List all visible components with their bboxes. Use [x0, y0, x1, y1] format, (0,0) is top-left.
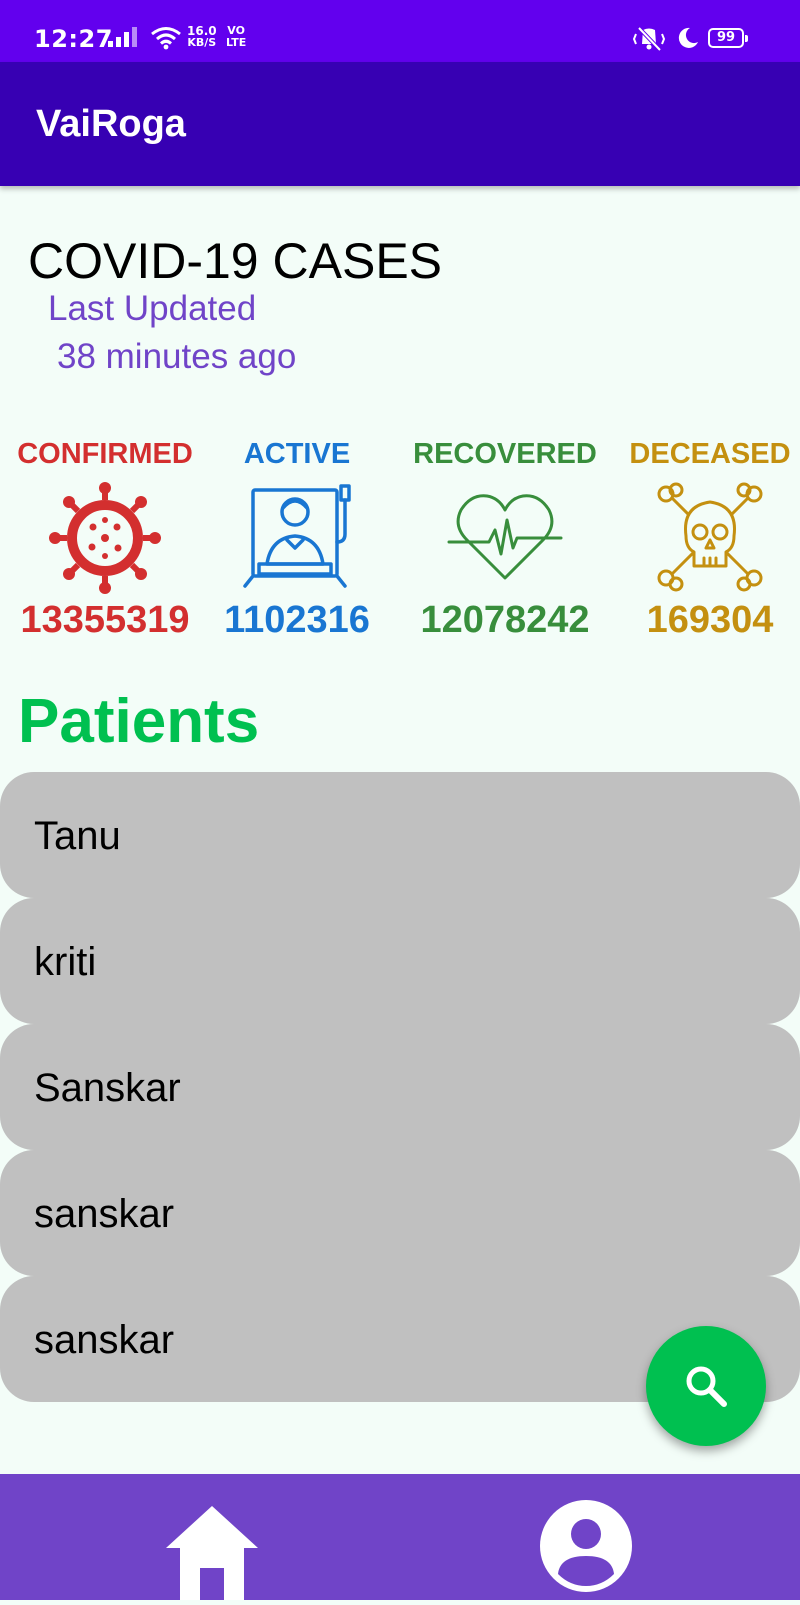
patient-name: Sanskar — [34, 1066, 181, 1110]
volte-indicator: VO LTE — [226, 25, 246, 49]
cases-title: COVID-19 CASES — [28, 233, 443, 289]
search-fab-button[interactable] — [646, 1326, 766, 1446]
stat-confirmed: CONFIRMED 13355319 — [10, 436, 200, 642]
nav-home-button[interactable] — [164, 1504, 260, 1600]
status-time: 12:27 — [34, 25, 113, 53]
stat-value: 169304 — [646, 599, 774, 641]
stat-value: 13355319 — [20, 599, 190, 641]
skull-crossbones-icon — [657, 482, 763, 592]
signal-bars-icon — [108, 26, 142, 53]
stat-active: ACTIVE 1102316 — [212, 436, 382, 642]
patient-list-item[interactable]: kriti — [0, 898, 800, 1024]
app-bar: VaiRoga — [0, 62, 800, 186]
bottom-navigation — [0, 1474, 800, 1600]
stat-label: ACTIVE — [243, 438, 351, 470]
app-title: VaiRoga — [36, 103, 186, 145]
heart-pulse-icon — [447, 494, 563, 580]
stat-recovered: RECOVERED 12078242 — [405, 436, 605, 642]
stat-label: CONFIRMED — [17, 438, 193, 470]
network-speed-unit: KB/S — [187, 36, 217, 49]
patient-name: Tanu — [34, 814, 121, 858]
patient-name: sanskar — [34, 1318, 175, 1362]
patients-heading: Patients — [18, 687, 260, 756]
hospital-bed-patient-icon — [243, 484, 351, 588]
stat-value: 1102316 — [224, 599, 370, 641]
patient-name: kriti — [34, 940, 97, 984]
vibrate-mute-icon — [632, 26, 666, 57]
moon-icon — [676, 26, 700, 55]
last-updated-time: 38 minutes ago — [57, 337, 297, 376]
network-speed: 16.0 KB/S — [187, 25, 217, 49]
last-updated-label: Last Updated — [48, 289, 257, 328]
patient-list-item[interactable]: sanskar — [0, 1150, 800, 1276]
stat-deceased: DECEASED 169304 — [620, 436, 800, 642]
volte-bottom: LTE — [226, 36, 247, 49]
stat-value: 12078242 — [420, 599, 590, 641]
battery-icon: 99 — [708, 28, 748, 48]
profile-icon — [540, 1500, 632, 1592]
stat-label: DECEASED — [629, 438, 791, 470]
patient-list-item[interactable]: Tanu — [0, 772, 800, 898]
stat-label: RECOVERED — [413, 438, 597, 470]
patient-list-item[interactable]: Sanskar — [0, 1024, 800, 1150]
nav-profile-button[interactable] — [538, 1498, 634, 1600]
search-icon — [686, 1366, 727, 1407]
patient-name: sanskar — [34, 1192, 175, 1236]
virus-icon — [49, 482, 161, 594]
home-icon — [166, 1506, 258, 1600]
wifi-icon — [150, 26, 182, 55]
status-bar: 12:27 16.0 KB/S VO LTE 99 — [0, 0, 800, 62]
